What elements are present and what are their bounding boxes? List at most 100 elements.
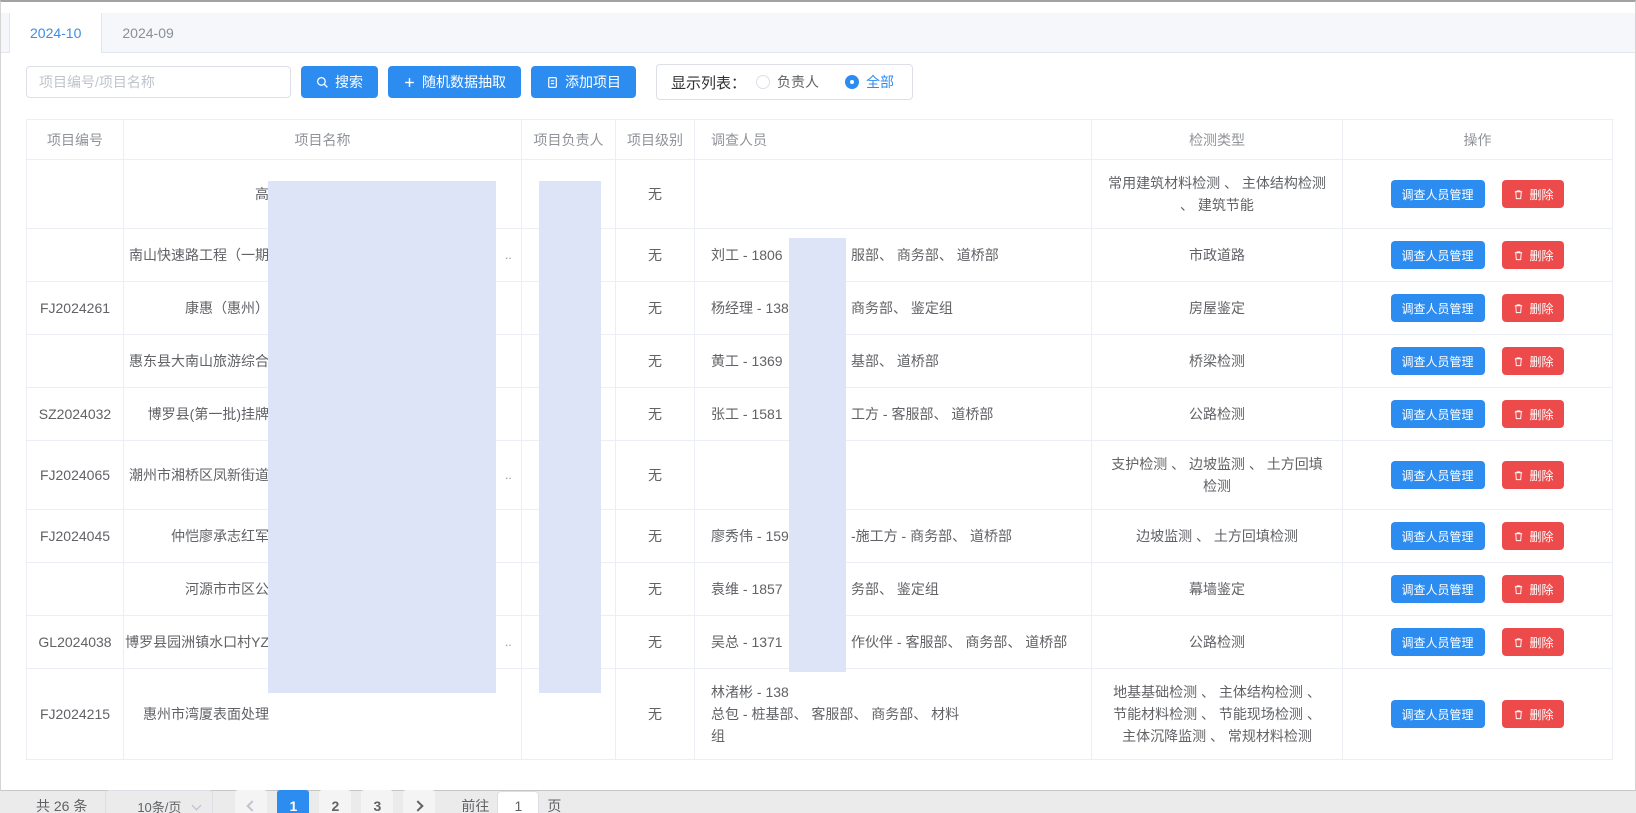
test-types: 公路检测 (1091, 387, 1343, 441)
investigators: 杨经理 - 138 商务部、 鉴定组 (694, 281, 1092, 335)
row-actions: 调查人员管理 删除 (1342, 440, 1613, 510)
plus-icon (405, 77, 414, 87)
trash-icon (1515, 189, 1523, 199)
trash-icon (1515, 303, 1523, 313)
project-code: FJ2024065 (26, 440, 124, 510)
prev-page-button[interactable] (235, 790, 268, 813)
radio-leader[interactable]: 负责人 (756, 72, 819, 92)
month-tabs: 2024-10 2024-09 (1, 13, 1635, 53)
search-icon (316, 76, 328, 88)
investigators: 袁维 - 1857 务部、 鉴定组 (694, 562, 1092, 616)
trash-icon (1515, 531, 1523, 541)
manage-investigators-button[interactable]: 调查人员管理 (1390, 347, 1485, 375)
investigators: 廖秀伟 - 159 -施工方 - 商务部、 道桥部 (694, 509, 1092, 563)
project-code: SZ2024032 (26, 387, 124, 441)
table-header-row: 项目编号 项目名称 项目负责人 项目级别 调查人员 检测类型 操作 (26, 119, 1613, 160)
ellipsis: .. (505, 635, 512, 649)
delete-button[interactable]: 删除 (1502, 294, 1565, 322)
project-name-text: 惠东县大南山旅游综合 (129, 353, 269, 369)
manage-investigators-button[interactable]: 调查人员管理 (1390, 400, 1485, 428)
delete-button[interactable]: 删除 (1502, 522, 1565, 550)
display-list-label: 显示列表： (671, 74, 747, 92)
add-project-button[interactable]: 添加项目 (531, 66, 636, 98)
manage-investigators-button[interactable]: 调查人员管理 (1390, 522, 1485, 550)
radio-all[interactable]: 全部 (845, 72, 894, 92)
delete-button[interactable]: 删除 (1502, 628, 1565, 656)
project-name-text: 南山快速路工程（一期 (129, 247, 269, 263)
col-header-test-type: 检测类型 (1091, 119, 1343, 160)
row-actions: 调查人员管理 删除 (1342, 159, 1613, 229)
trash-icon (1515, 470, 1523, 480)
manage-investigators-button[interactable]: 调查人员管理 (1390, 575, 1485, 603)
projects-table: 项目编号 项目名称 项目负责人 项目级别 调查人员 检测类型 操作 高 无 常用… (26, 119, 1613, 760)
tab-2024-09[interactable]: 2024-09 (102, 13, 193, 53)
test-types: 市政道路 (1091, 228, 1343, 282)
col-header-project-leader: 项目负责人 (521, 119, 616, 160)
trash-icon (1515, 584, 1523, 594)
row-actions: 调查人员管理 删除 (1342, 509, 1613, 563)
display-list-group: 显示列表： 负责人 全部 (656, 64, 914, 100)
manage-investigators-button[interactable]: 调查人员管理 (1390, 461, 1485, 489)
test-types: 桥梁检测 (1091, 334, 1343, 388)
test-types: 幕墙鉴定 (1091, 562, 1343, 616)
project-level: 无 (615, 440, 695, 510)
search-button-label: 搜索 (335, 74, 363, 90)
trash-icon (1515, 637, 1523, 647)
manage-investigators-button[interactable]: 调查人员管理 (1390, 294, 1485, 322)
goto-page-input[interactable] (497, 791, 540, 813)
radio-unchecked-icon (756, 75, 771, 89)
chevron-right-icon (412, 800, 425, 812)
table-row: FJ2024215 惠州市湾厦表面处理 无 林渚彬 - 138总包 - 桩基部、… (26, 668, 1613, 760)
delete-button[interactable]: 删除 (1502, 700, 1565, 728)
row-actions: 调查人员管理 删除 (1342, 668, 1613, 760)
search-input[interactable] (26, 66, 291, 98)
document-icon (548, 76, 557, 88)
delete-button[interactable]: 删除 (1502, 241, 1565, 269)
page-3-button[interactable]: 3 (361, 790, 394, 813)
col-header-actions: 操作 (1342, 119, 1613, 160)
test-types: 公路检测 (1091, 615, 1343, 669)
pagination: 共 26 条 10条/页 1 2 3 前往 页 (36, 790, 1635, 813)
project-name-text: 博罗县园洲镇水口村YZ (125, 634, 269, 650)
manage-investigators-button[interactable]: 调查人员管理 (1390, 628, 1485, 656)
page-size-select[interactable]: 10条/页 (105, 790, 214, 813)
investigators: 刘工 - 1806 服部、 商务部、 道桥部 (694, 228, 1092, 282)
project-code: FJ2024261 (26, 281, 124, 335)
row-actions: 调查人员管理 删除 (1342, 387, 1613, 441)
chevron-left-icon (246, 800, 259, 812)
project-level: 无 (615, 387, 695, 441)
table-row: 高 无 常用建筑材料检测 、 主体结构检测 、 建筑节能 调查人员管理 删除 (26, 159, 1613, 229)
next-page-button[interactable] (403, 790, 436, 813)
col-header-project-code: 项目编号 (26, 119, 124, 160)
app-window: 2024-10 2024-09 搜索 随机数据抽取 添加项目 显示列表： 负责人… (0, 0, 1636, 813)
redaction-overlay (268, 181, 496, 693)
project-level: 无 (615, 615, 695, 669)
manage-investigators-button[interactable]: 调查人员管理 (1390, 180, 1485, 208)
project-level: 无 (615, 334, 695, 388)
goto-label: 前往 (461, 798, 490, 813)
page-size-value: 10条/页 (137, 799, 182, 813)
investigators: 林渚彬 - 138总包 - 桩基部、 客服部、 商务部、 材料组 (694, 668, 1092, 760)
delete-button[interactable]: 删除 (1502, 575, 1565, 603)
test-types: 地基基础检测 、 主体结构检测 、 节能材料检测 、 节能现场检测 、 主体沉降… (1091, 668, 1343, 760)
investigators: 吴总 - 1371 作伙伴 - 客服部、 商务部、 道桥部 (694, 615, 1092, 669)
radio-checked-icon (845, 75, 860, 89)
project-code (26, 159, 124, 229)
project-level: 无 (615, 562, 695, 616)
delete-button[interactable]: 删除 (1502, 180, 1565, 208)
delete-button[interactable]: 删除 (1502, 400, 1565, 428)
delete-button[interactable]: 删除 (1502, 347, 1565, 375)
toolbar: 搜索 随机数据抽取 添加项目 显示列表： 负责人 全部 (26, 63, 1635, 101)
row-actions: 调查人员管理 删除 (1342, 562, 1613, 616)
tab-2024-10[interactable]: 2024-10 (9, 13, 103, 53)
manage-investigators-button[interactable]: 调查人员管理 (1390, 241, 1485, 269)
page-2-button[interactable]: 2 (319, 790, 352, 813)
project-code: FJ2024045 (26, 509, 124, 563)
radio-leader-label: 负责人 (777, 74, 820, 90)
page-1-button[interactable]: 1 (277, 790, 310, 813)
random-extract-button[interactable]: 随机数据抽取 (388, 66, 521, 98)
delete-button[interactable]: 删除 (1502, 461, 1565, 489)
search-button[interactable]: 搜索 (301, 66, 378, 98)
trash-icon (1515, 250, 1523, 260)
manage-investigators-button[interactable]: 调查人员管理 (1390, 700, 1485, 728)
